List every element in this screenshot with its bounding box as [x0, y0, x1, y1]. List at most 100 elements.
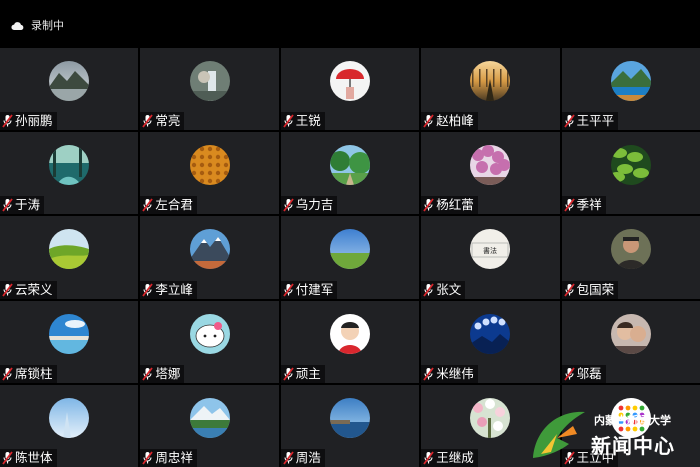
mic-muted-icon[interactable] [283, 367, 294, 381]
participant-name: 塔娜 [155, 365, 181, 381]
participant-tile[interactable]: 付建军 [280, 216, 420, 299]
participant-tile[interactable]: 包国荣 [561, 216, 700, 299]
participant-tile[interactable]: 孙丽鹏 [0, 48, 139, 131]
participant-name: 陈世体 [15, 449, 53, 465]
participant-avatar: 書法 [470, 229, 511, 270]
participant-tile[interactable]: 周忠祥 [140, 384, 279, 467]
participant-avatar [329, 145, 370, 186]
participant-name-tag: 包国荣 [561, 280, 619, 299]
avatar-image [329, 229, 370, 270]
mic-muted-icon[interactable] [563, 198, 575, 212]
avatar-image [329, 61, 370, 101]
participant-tile[interactable]: 塔娜 [140, 300, 279, 383]
participant-tile[interactable]: 季祥 [561, 132, 700, 215]
participant-name: 常亮 [155, 113, 181, 129]
participant-name-tag: 米继伟 [421, 364, 478, 383]
participant-name-tag: 左合君 [140, 196, 197, 215]
avatar-image [189, 145, 230, 186]
participant-tile[interactable]: 陈世体 [0, 384, 139, 467]
mic-muted-icon[interactable] [142, 451, 154, 465]
mic-muted-icon[interactable] [283, 198, 294, 212]
avatar-image [189, 313, 230, 354]
mic-muted-icon[interactable] [423, 283, 434, 297]
avatar-image [329, 145, 370, 186]
avatar-image [610, 145, 651, 186]
participant-name: 王继成 [436, 449, 474, 465]
mic-muted-icon[interactable] [142, 283, 154, 297]
participant-tile[interactable]: 赵柏峰 [421, 48, 560, 131]
participant-name-tag: 塔娜 [140, 364, 185, 383]
participant-name-tag: 乌力吉 [280, 196, 338, 215]
mic-muted-icon[interactable] [2, 114, 13, 128]
participant-tile[interactable]: 常亮 [140, 48, 279, 131]
participant-avatar [49, 61, 90, 101]
mic-muted-icon[interactable] [423, 451, 434, 465]
mic-muted-icon[interactable] [2, 283, 13, 297]
participant-avatar [470, 61, 511, 101]
participant-name: 顽主 [295, 365, 321, 381]
participant-tile[interactable]: 乌力吉 [280, 132, 420, 215]
recording-status-label: 录制中 [31, 19, 64, 32]
participant-name-tag: 席锁柱 [0, 364, 57, 383]
avatar-image [470, 313, 511, 354]
mic-muted-icon[interactable] [423, 367, 434, 381]
mic-muted-icon[interactable] [283, 283, 294, 297]
participant-tile[interactable]: 王继成 [421, 384, 560, 467]
mic-muted-icon[interactable] [423, 114, 434, 128]
participant-tile[interactable]: 左合君 [140, 132, 279, 215]
participant-tile[interactable]: 云荣义 [0, 216, 139, 299]
mic-muted-icon[interactable] [283, 114, 294, 128]
avatar-image [329, 313, 370, 354]
participant-name-tag: 周浩 [280, 448, 325, 467]
participant-name-tag: 孙丽鹏 [0, 112, 57, 131]
participant-tile[interactable]: 王平平 [561, 48, 700, 131]
mic-muted-icon[interactable] [563, 283, 575, 297]
mic-muted-icon[interactable] [563, 451, 575, 465]
participant-avatar [470, 145, 511, 186]
avatar-image [49, 145, 90, 186]
avatar-image [189, 61, 230, 101]
participant-name: 周忠祥 [155, 449, 193, 465]
participant-name: 席锁柱 [15, 365, 53, 381]
mic-muted-icon[interactable] [142, 198, 154, 212]
mic-muted-icon[interactable] [2, 451, 13, 465]
participant-name: 左合君 [155, 197, 193, 213]
participant-name: 包国荣 [576, 281, 615, 297]
avatar-image [610, 397, 651, 438]
mic-muted-icon[interactable] [142, 114, 154, 128]
avatar-image [610, 313, 651, 354]
participant-tile[interactable]: 于涛 [0, 132, 139, 215]
participant-avatar [329, 61, 370, 101]
participant-name-tag: 杨红蕾 [421, 196, 478, 215]
mic-muted-icon[interactable] [563, 367, 575, 381]
participant-tile[interactable]: 周浩 [280, 384, 420, 467]
participant-avatar [610, 397, 651, 438]
participant-avatar [329, 229, 370, 270]
participant-avatar [189, 313, 230, 354]
participant-name: 王立中 [576, 449, 615, 465]
mic-muted-icon[interactable] [423, 198, 434, 212]
participant-avatar [329, 313, 370, 354]
mic-muted-icon[interactable] [2, 367, 13, 381]
participant-tile[interactable]: 書法 张文 [421, 216, 560, 299]
cloud-icon [11, 22, 24, 30]
participant-avatar [610, 313, 651, 354]
mic-muted-icon[interactable] [563, 114, 575, 128]
participant-avatar [610, 145, 651, 186]
participant-tile[interactable]: 席锁柱 [0, 300, 139, 383]
participant-tile[interactable]: 杨红蕾 [421, 132, 560, 215]
participant-avatar [470, 397, 511, 438]
participant-avatar [189, 397, 230, 438]
participant-tile[interactable]: 顽主 [280, 300, 420, 383]
participant-name-tag: 云荣义 [0, 280, 57, 299]
participant-tile[interactable]: 李立峰 [140, 216, 279, 299]
participant-tile[interactable]: 邬磊 [561, 300, 700, 383]
participant-tile[interactable]: 米继伟 [421, 300, 560, 383]
mic-muted-icon[interactable] [2, 198, 13, 212]
participant-tile[interactable]: 王立中 [561, 384, 700, 467]
mic-muted-icon[interactable] [283, 451, 294, 465]
participant-tile[interactable]: 王锐 [280, 48, 420, 131]
mic-muted-icon[interactable] [142, 367, 154, 381]
avatar-image [470, 397, 511, 438]
avatar-image [470, 145, 511, 186]
